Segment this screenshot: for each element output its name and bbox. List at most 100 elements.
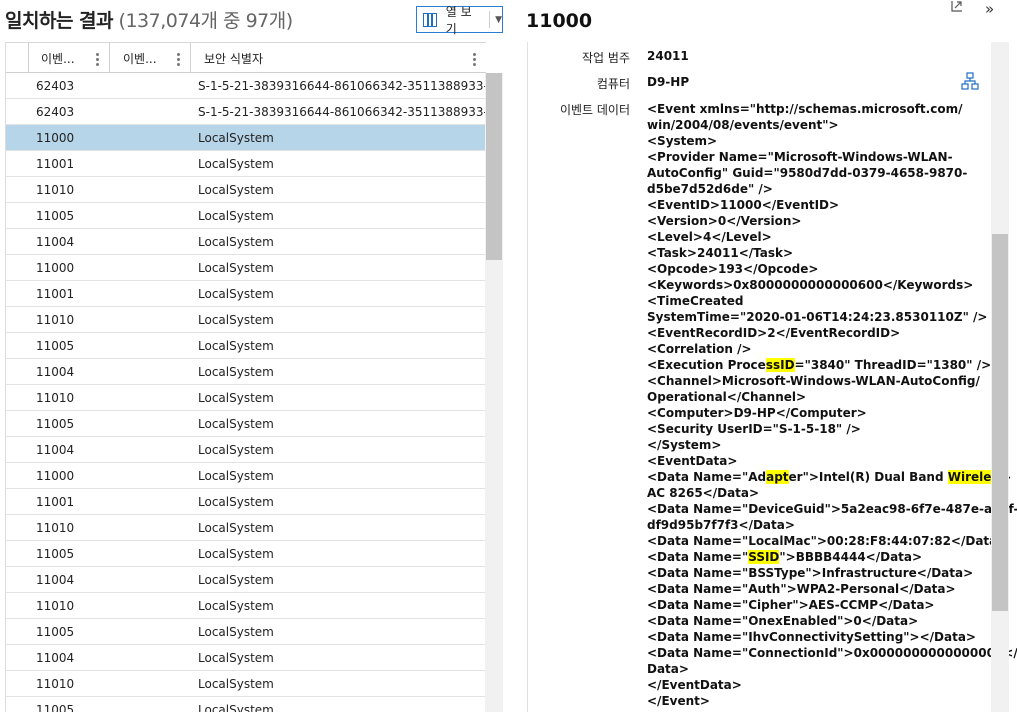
table-row[interactable]: 11000 LocalSystem	[6, 255, 486, 281]
button-separator	[489, 11, 491, 28]
table-row[interactable]: 11010 LocalSystem	[6, 385, 486, 411]
xml-text: <TimeCreated	[647, 294, 744, 308]
xml-line: <EventData>	[647, 453, 977, 469]
xml-text: <Data Name="Cipher">AES-CCMP</Data>	[647, 598, 935, 612]
xml-text: <EventRecordID>2</EventRecordID>	[647, 326, 901, 340]
open-link-icon[interactable]	[949, 0, 965, 14]
security-id-cell: LocalSystem	[198, 651, 274, 665]
xml-line: AutoConfig" Guid="9580d7dd-0379-4658-987…	[647, 165, 977, 181]
xml-text: <System>	[647, 134, 718, 148]
xml-text: win/2004/08/events/event">	[647, 118, 839, 132]
xml-line: Data>	[647, 661, 977, 677]
table-row[interactable]: 11000 LocalSystem	[6, 463, 486, 489]
column-header-event-id[interactable]: 이벤...	[30, 43, 110, 73]
column-menu-icon[interactable]	[177, 51, 180, 68]
pane-divider	[527, 42, 528, 712]
table-row[interactable]: 11010 LocalSystem	[6, 177, 486, 203]
table-row[interactable]: 11010 LocalSystem	[6, 593, 486, 619]
search-highlight: ssID	[765, 358, 795, 372]
security-id-cell: LocalSystem	[198, 677, 274, 691]
results-pane: 일치하는 결과 (137,074개 중 97개) 열 보기 ▼ 이벤... 이벤…	[0, 0, 503, 712]
table-row[interactable]: 11010 LocalSystem	[6, 307, 486, 333]
xml-text: <Level>4</Level>	[647, 230, 772, 244]
table-row[interactable]: 11004 LocalSystem	[6, 567, 486, 593]
event-id-cell: 11004	[36, 443, 75, 457]
table-row[interactable]: 11001 LocalSystem	[6, 281, 486, 307]
xml-text: <Computer>D9-HP</Computer>	[647, 406, 867, 420]
xml-text: d5be7d52d6de" />	[647, 182, 773, 196]
event-id-cell: 11005	[36, 625, 75, 639]
security-id-cell: LocalSystem	[198, 417, 274, 431]
xml-text: <Data Name="	[647, 550, 749, 564]
table-row[interactable]: 11001 LocalSystem	[6, 489, 486, 515]
task-category-label: 작업 범주	[582, 51, 630, 65]
double-chevron-right-icon[interactable]: »	[985, 0, 994, 18]
column-view-button[interactable]: 열 보기 ▼	[416, 5, 503, 36]
event-id-cell: 62403	[36, 79, 75, 93]
hierarchy-icon[interactable]	[961, 72, 979, 90]
table-row[interactable]: 62403 S-1-5-21-3839316644-861066342-35113…	[6, 73, 503, 99]
event-id-cell: 62403	[36, 105, 75, 119]
column-view-label: 열 보기	[445, 4, 472, 36]
event-id-cell: 11010	[36, 313, 75, 327]
security-id-cell: LocalSystem	[198, 157, 274, 171]
table-row[interactable]: 11000 LocalSystem	[6, 125, 486, 151]
table-row[interactable]: 11005 LocalSystem	[6, 541, 486, 567]
scrollbar-thumb[interactable]	[992, 234, 1008, 611]
xml-line: <Level>4</Level>	[647, 229, 977, 245]
results-count: (137,074개 중 97개)	[118, 10, 294, 32]
scrollbar-thumb[interactable]	[486, 73, 502, 260]
security-id-cell: LocalSystem	[198, 521, 274, 535]
table-row[interactable]: 11010 LocalSystem	[6, 671, 486, 697]
event-id-cell: 11000	[36, 131, 75, 145]
table-row[interactable]: 62403 S-1-5-21-3839316644-861066342-35113…	[6, 99, 503, 125]
column-menu-icon[interactable]	[96, 51, 99, 68]
event-id-cell: 11010	[36, 677, 75, 691]
column-header-event-2[interactable]: 이벤...	[111, 43, 191, 73]
column-menu-icon[interactable]	[473, 51, 476, 68]
event-id-cell: 11005	[36, 417, 75, 431]
xml-text: er">Intel(R) Dual Band	[788, 470, 948, 484]
grid-rows: 62403 S-1-5-21-3839316644-861066342-35113…	[6, 73, 503, 712]
chevron-down-icon: ▼	[495, 14, 502, 25]
event-id-cell: 11001	[36, 495, 75, 509]
event-id-cell: 11010	[36, 183, 75, 197]
xml-line: Operational</Channel>	[647, 389, 977, 405]
detail-pane: 11000 » 작업 범주 24011 컴퓨터 D9-HP 이벤트 데이터 <E…	[503, 0, 1017, 712]
xml-text: AutoConfig" Guid="9580d7dd-0379-4658-987…	[647, 166, 968, 180]
table-row[interactable]: 11004 LocalSystem	[6, 359, 486, 385]
computer-value: D9-HP	[647, 75, 690, 89]
event-id-cell: 11005	[36, 209, 75, 223]
event-id-cell: 11005	[36, 703, 75, 712]
table-row[interactable]: 11004 LocalSystem	[6, 645, 486, 671]
table-row[interactable]: 11010 LocalSystem	[6, 515, 486, 541]
table-row[interactable]: 11004 LocalSystem	[6, 229, 486, 255]
xml-line: <Data Name="IhvConnectivitySetting"></Da…	[647, 629, 977, 645]
column-header-label: 보안 식별자	[204, 51, 264, 66]
xml-line: <Data Name="SSID">BBBB4444</Data>	[647, 549, 977, 565]
xml-text: SystemTime="2020-01-06T14:24:23.8530110Z…	[647, 310, 988, 324]
table-row[interactable]: 11004 LocalSystem	[6, 437, 486, 463]
security-id-cell: LocalSystem	[198, 625, 274, 639]
xml-line: win/2004/08/events/event">	[647, 117, 977, 133]
xml-line: <Computer>D9-HP</Computer>	[647, 405, 977, 421]
xml-text: <Version>0</Version>	[647, 214, 802, 228]
security-id-cell: LocalSystem	[198, 261, 274, 275]
detail-scrollbar[interactable]	[991, 42, 1009, 712]
table-row[interactable]: 11005 LocalSystem	[6, 619, 486, 645]
select-all-header[interactable]	[6, 43, 29, 73]
table-row[interactable]: 11005 LocalSystem	[6, 333, 486, 359]
column-header-security-id[interactable]: 보안 식별자	[192, 43, 486, 73]
results-scrollbar[interactable]	[485, 73, 503, 712]
xml-line: <Keywords>0x8000000000000600</Keywords>	[647, 277, 977, 293]
table-row[interactable]: 11005 LocalSystem	[6, 697, 486, 712]
event-id-cell: 11004	[36, 365, 75, 379]
xml-text: <Data Name="ConnectionId">0x000000000000…	[647, 646, 1017, 660]
table-row[interactable]: 11005 LocalSystem	[6, 411, 486, 437]
security-id-cell: LocalSystem	[198, 235, 274, 249]
security-id-cell: LocalSystem	[198, 469, 274, 483]
table-row[interactable]: 11005 LocalSystem	[6, 203, 486, 229]
xml-line: <System>	[647, 133, 977, 149]
table-row[interactable]: 11001 LocalSystem	[6, 151, 486, 177]
xml-text: </System>	[647, 438, 722, 452]
